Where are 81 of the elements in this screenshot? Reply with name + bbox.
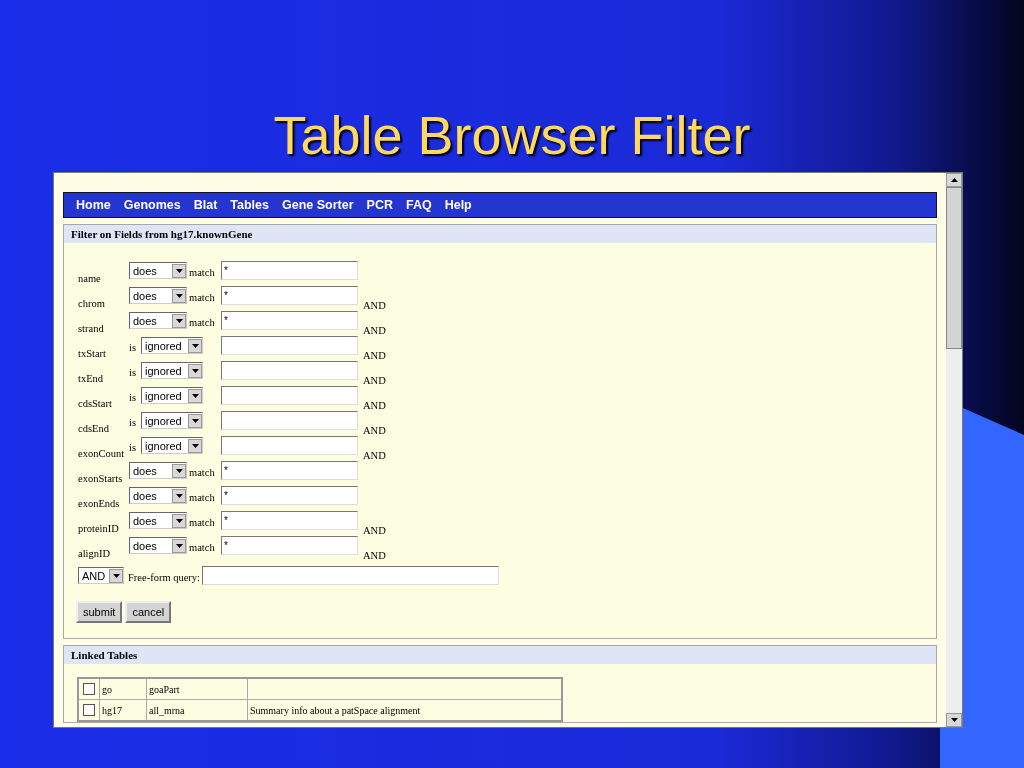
operator-label: is xyxy=(129,366,136,378)
nav-link[interactable]: Gene Sorter xyxy=(282,198,354,212)
conjunction-label: AND xyxy=(363,325,386,336)
operator-dropdown[interactable]: does xyxy=(129,312,187,329)
operator-label: is xyxy=(129,416,136,428)
field-label: proteinID xyxy=(78,523,120,536)
value-field[interactable]: * xyxy=(221,311,358,330)
field-label: strand xyxy=(78,323,105,336)
operator-label: match xyxy=(189,466,215,478)
value-field[interactable]: * xyxy=(221,461,358,480)
operator-dropdown[interactable]: does xyxy=(129,537,187,554)
operator-label: is xyxy=(129,341,136,353)
value-field[interactable] xyxy=(221,411,358,430)
operator-label: match xyxy=(189,316,215,328)
field-label: exonCount xyxy=(78,448,126,461)
value-field[interactable]: * xyxy=(221,261,358,280)
field-label: cdsStart xyxy=(78,398,113,411)
nav-link[interactable]: Help xyxy=(444,198,472,212)
free-form-query-field[interactable] xyxy=(202,566,499,585)
value-field[interactable] xyxy=(221,436,358,455)
operator-dropdown[interactable]: does xyxy=(129,262,187,279)
conjunction-label: AND xyxy=(363,525,386,536)
table-cell: go xyxy=(99,678,147,700)
operator-label: is xyxy=(129,391,136,403)
field-label: exonStarts xyxy=(78,473,124,486)
value-field[interactable] xyxy=(221,386,358,405)
table-cell: all_mrna xyxy=(146,699,248,721)
operator-label: match xyxy=(189,291,215,303)
table-cell: hg17 xyxy=(99,699,147,721)
nav-link[interactable]: FAQ xyxy=(405,198,432,212)
conjunction-label: AND xyxy=(363,550,386,561)
operator-dropdown[interactable]: ignored xyxy=(141,412,203,429)
field-label: chrom xyxy=(78,298,106,311)
scrollbar[interactable] xyxy=(946,173,962,727)
operator-dropdown[interactable]: ignored xyxy=(141,387,203,404)
field-label: txEnd xyxy=(78,373,105,386)
panel-heading: Linked Tables xyxy=(64,646,936,664)
operator-label: match xyxy=(189,541,215,553)
operator-label: match xyxy=(189,266,215,278)
logic-dropdown[interactable]: AND xyxy=(78,567,124,584)
table-cell: goaPart xyxy=(146,678,248,700)
field-label: txStart xyxy=(78,348,107,361)
value-field[interactable]: * xyxy=(221,536,358,555)
operator-label: match xyxy=(189,491,215,503)
operator-dropdown[interactable]: ignored xyxy=(141,437,203,454)
field-label: cdsEnd xyxy=(78,423,110,436)
nav-link[interactable]: Genomes xyxy=(123,198,181,212)
operator-dropdown[interactable]: does xyxy=(129,462,187,479)
operator-dropdown[interactable]: does xyxy=(129,487,187,504)
conjunction-label: AND xyxy=(363,300,386,311)
form-button[interactable]: cancel xyxy=(125,601,172,623)
free-form-label: Free-form query: xyxy=(127,570,201,583)
operator-dropdown[interactable]: does xyxy=(129,287,187,304)
nav-link[interactable]: Blat xyxy=(193,198,218,212)
scrollbar-thumb[interactable] xyxy=(946,187,962,349)
value-field[interactable] xyxy=(221,361,358,380)
value-field[interactable]: * xyxy=(221,511,358,530)
operator-dropdown[interactable]: does xyxy=(129,512,187,529)
slide-title: Table Browser Filter xyxy=(273,104,751,167)
value-field[interactable]: * xyxy=(221,486,358,505)
field-label: name xyxy=(78,273,102,286)
nav-link[interactable]: Home xyxy=(76,198,111,212)
nav-link[interactable]: Tables xyxy=(230,198,269,212)
value-field[interactable] xyxy=(221,336,358,355)
checkbox[interactable] xyxy=(83,683,95,695)
nav-link[interactable]: PCR xyxy=(366,198,393,212)
field-label: alignID xyxy=(78,548,112,561)
checkbox[interactable] xyxy=(83,704,95,716)
panel-heading: Filter on Fields from hg17.knownGene xyxy=(64,225,936,243)
conjunction-label: AND xyxy=(363,400,386,411)
conjunction-label: AND xyxy=(363,375,386,386)
conjunction-label: AND xyxy=(363,450,386,461)
form-button[interactable]: submit xyxy=(76,601,123,623)
operator-dropdown[interactable]: ignored xyxy=(141,337,203,354)
operator-dropdown[interactable]: ignored xyxy=(141,362,203,379)
operator-label: match xyxy=(189,516,215,528)
conjunction-label: AND xyxy=(363,425,386,436)
conjunction-label: AND xyxy=(363,350,386,361)
value-field[interactable]: * xyxy=(221,286,358,305)
field-label: exonEnds xyxy=(78,498,121,511)
operator-label: is xyxy=(129,441,136,453)
